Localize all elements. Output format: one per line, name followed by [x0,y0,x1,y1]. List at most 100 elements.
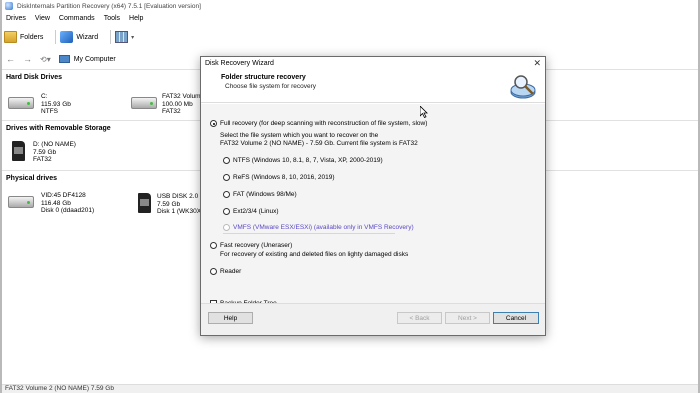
dialog-title-bar: Disk Recovery Wizard ✕ [201,57,545,69]
vmfs-radio [223,224,230,231]
toolbar: Folders Wizard ▾ [2,27,698,47]
drive-fat32-volume[interactable]: FAT32 Volume 100.00 Mb FAT32 [131,93,204,116]
fast-recovery-option[interactable]: Fast recovery (Uneraser) [210,242,292,249]
full-recovery-radio[interactable] [210,120,217,127]
menu-drives[interactable]: Drives [6,15,26,22]
menu-view[interactable]: View [35,15,50,22]
full-recovery-option[interactable]: Full recovery (for deep scanning with re… [210,120,427,127]
disk0-id: Disk 0 (ddaad201) [41,207,95,214]
app-icon [5,2,13,10]
disk1-id: Disk 1 (WK30X [157,208,202,215]
physical-disk-1[interactable]: USB DISK 2.0 7.59 Gb Disk 1 (WK30X [138,193,201,216]
sd-card-icon [12,141,25,161]
full-recovery-label: Full recovery (for deep scanning with re… [220,120,428,127]
section-physical: Physical drives [6,175,57,182]
drive-fat32-fs: FAT32 [162,108,181,115]
drive-c-fs: NTFS [41,108,58,115]
folder-icon [4,31,17,43]
reader-radio[interactable] [210,268,217,275]
drive-c-size: 115.93 Gb [41,100,71,108]
vmfs-label: VMFS (VMware ESX/ESXi) (available only i… [233,224,414,231]
drive-c-name: C: [41,93,48,100]
fs-option-ext[interactable]: Ext2/3/4 (Linux) [223,208,279,215]
status-text: FAT32 Volume 2 (NO NAME) 7.59 Gb [5,385,114,392]
dialog-header-subtitle: Choose file system for recovery [225,83,317,90]
magnifier-disk-icon [510,75,536,99]
ntfs-radio[interactable] [223,157,230,164]
fs-option-vmfs: VMFS (VMware ESX/ESXi) (available only i… [223,224,414,231]
menu-tools[interactable]: Tools [104,15,120,22]
section-removable: Drives with Removable Storage [6,125,111,132]
disk0-name: VID:45 DF4128 [41,192,86,199]
select-fs-line1: Select the file system which you want to… [220,132,379,139]
dialog-title: Disk Recovery Wizard [205,59,274,67]
disk0-size: 116.48 Gb [41,199,71,207]
back-arrow-icon[interactable]: ← [6,54,15,64]
address-location: My Computer [73,55,116,63]
fat-label: FAT (Windows 98/Me) [233,191,297,198]
disk1-name: USB DISK 2.0 [157,193,199,200]
folders-button[interactable]: Folders [4,31,43,43]
fs-option-ntfs[interactable]: NTFS (Windows 10, 8.1, 8, 7, Vista, XP, … [223,157,383,164]
forward-arrow-icon[interactable]: → [23,54,32,64]
ntfs-label: NTFS (Windows 10, 8.1, 8, 7, Vista, XP, … [233,157,383,164]
toolbar-separator [55,30,57,44]
fast-recovery-radio[interactable] [210,242,217,249]
computer-icon [58,55,70,63]
refs-radio[interactable] [223,174,230,181]
ext-label: Ext2/3/4 (Linux) [233,208,279,215]
disk1-size: 7.59 Gb [157,200,181,208]
menu-help[interactable]: Help [129,15,143,22]
wizard-label: Wizard [76,33,99,41]
select-fs-line2: FAT32 Volume 2 (NO NAME) - 7.59 Gb. Curr… [220,140,418,147]
drive-d[interactable]: D: (NO NAME) 7.59 Gb FAT32 [12,141,76,164]
view-grid-icon [115,31,129,43]
sd-card-icon [138,193,151,213]
reader-label: Reader [220,268,242,275]
dropdown-arrow-icon: ▾ [131,34,135,41]
reader-option[interactable]: Reader [210,268,241,275]
hard-disk-icon [8,196,34,208]
status-bar: FAT32 Volume 2 (NO NAME) 7.59 Gb [2,384,698,393]
cancel-button[interactable]: Cancel [493,312,539,324]
drive-c[interactable]: C: 115.93 Gb NTFS [8,93,71,116]
fat-radio[interactable] [223,191,230,198]
dialog-header: Folder structure recovery Choose file sy… [201,69,545,103]
dialog-body: Full recovery (for deep scanning with re… [201,104,545,307]
section-hard-disk: Hard Disk Drives [6,74,63,81]
next-button[interactable]: Next > [445,312,490,324]
view-mode-button[interactable]: ▾ [115,31,134,43]
hard-disk-icon [131,97,157,109]
dialog-header-title: Folder structure recovery [221,74,306,81]
close-icon[interactable]: ✕ [533,58,541,69]
disk-recovery-wizard-dialog: Disk Recovery Wizard ✕ Folder structure … [200,56,546,336]
back-button[interactable]: < Back [397,312,442,324]
refs-label: ReFS (Windows 8, 10, 2016, 2019) [233,174,335,181]
drive-d-size: 7.59 Gb [33,148,57,156]
hard-disk-icon [8,97,34,109]
menu-commands[interactable]: Commands [59,15,95,22]
menu-bar: Drives View Commands Tools Help [2,13,698,24]
vmfs-underline [223,233,395,234]
help-button[interactable]: Help [208,312,253,324]
fast-recovery-description: For recovery of existing and deleted fil… [220,251,409,258]
fast-recovery-label: Fast recovery (Uneraser) [220,242,293,249]
select-fs-description: Select the file system which you want to… [220,132,418,148]
drive-d-fs: FAT32 [33,156,52,163]
fs-option-fat[interactable]: FAT (Windows 98/Me) [223,191,297,198]
mouse-cursor-icon [420,106,428,118]
wizard-icon [60,31,74,43]
wizard-button[interactable]: Wizard [60,31,98,43]
title-bar: DiskInternals Partition Recovery (x64) 7… [2,0,698,12]
physical-disk-0[interactable]: VID:45 DF4128 116.48 Gb Disk 0 (ddaad201… [8,192,94,215]
history-icon[interactable]: ⟲▾ [40,55,51,64]
ext-radio[interactable] [223,208,230,215]
toolbar-separator [110,30,112,44]
drive-fat32-size: 100.00 Mb [162,100,193,108]
folders-label: Folders [20,33,44,41]
drive-fat32-name: FAT32 Volume [162,93,205,100]
fs-option-refs[interactable]: ReFS (Windows 8, 10, 2016, 2019) [223,174,335,181]
window-title: DiskInternals Partition Recovery (x64) 7… [17,2,201,10]
dialog-footer: Help < Back Next > Cancel [201,303,545,335]
drive-d-name: D: (NO NAME) [33,141,76,148]
